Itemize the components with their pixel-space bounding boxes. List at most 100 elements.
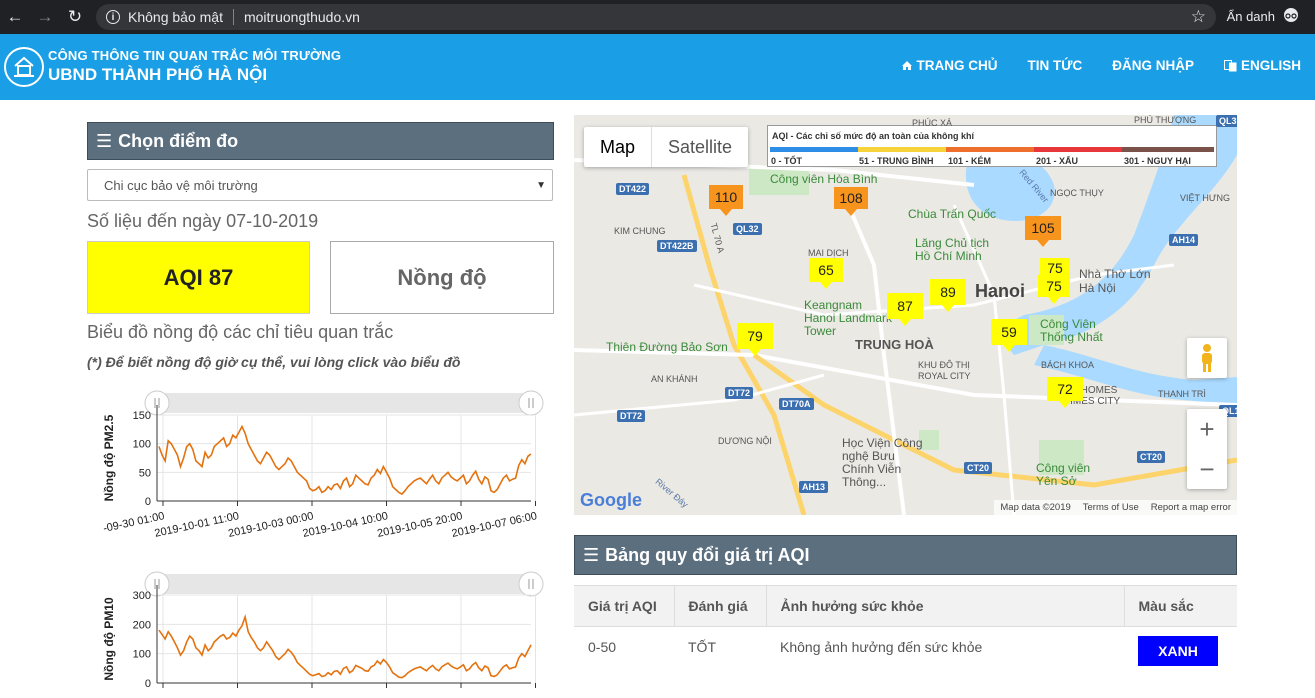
y-tick-label: 0: [145, 496, 151, 508]
brand-line2: UBND THÀNH PHỐ HÀ NỘI: [48, 65, 268, 84]
chart-note: (*) Để biết nồng độ giờ cụ thể, vui lòng…: [87, 354, 461, 370]
station-marker[interactable]: 89: [930, 279, 966, 312]
station-marker[interactable]: 59: [991, 319, 1027, 352]
road-badge: CT20: [1137, 451, 1166, 463]
menu-item-home[interactable]: TRANG CHỦ: [901, 58, 998, 73]
station-marker[interactable]: 75: [1038, 275, 1070, 304]
chevron-down-icon: ▼: [536, 179, 546, 191]
info-icon[interactable]: i: [106, 10, 120, 24]
table-header-row: Giá trị AQI Đánh giá Ảnh hưởng sức khỏe …: [574, 585, 1237, 627]
road-badge: DT422: [616, 183, 650, 195]
reload-icon[interactable]: ↻: [60, 2, 90, 32]
concentration-tab[interactable]: Nồng độ: [330, 241, 554, 314]
map-place-label: Chùa Trấn Quốc: [908, 207, 997, 221]
map-place-label: BÁCH KHOA: [1041, 360, 1095, 370]
aqi-value: AQI 87: [163, 264, 234, 290]
incognito-label: Ẩn danh: [1226, 9, 1275, 24]
road-badge: DT70A: [779, 398, 814, 410]
bookmark-star-icon[interactable]: ☆: [1191, 7, 1206, 27]
address-bar[interactable]: i Không bảo mật moitruongthudo.vn ☆: [96, 4, 1216, 30]
y-tick-label: 0: [145, 678, 151, 690]
map-place-label: PHỦ THƯỢNG: [1134, 115, 1197, 125]
security-label: Không bảo mật: [128, 9, 223, 25]
pm25-chart[interactable]: 0 50 100 150 Nồng độ PM2.5 -09-30 01:00 2019-1…: [87, 390, 557, 550]
map-data-text: Map data ©2019: [1000, 502, 1071, 513]
station-marker[interactable]: 79: [737, 323, 773, 356]
x-tick-label: 2019-10-04 10:00: [302, 510, 389, 540]
station-select[interactable]: Chi cục bảo vệ môi trường ▼: [87, 169, 553, 201]
station-map[interactable]: Map Satellite AQI - Các chỉ số mức độ an…: [574, 115, 1237, 515]
menu-label: TRANG CHỦ: [916, 58, 998, 73]
menu-label: TIN TỨC: [1027, 58, 1083, 73]
y-tick-label: 300: [133, 590, 151, 602]
x-tick-label: 2019-10-05 20:00: [376, 510, 463, 540]
map-place-label: Nhà Thờ Lớn Hà Nội: [1079, 267, 1151, 295]
menu-item-english[interactable]: ENGLISH: [1223, 58, 1301, 73]
zoom-out-icon[interactable]: −: [1187, 449, 1227, 489]
terms-link[interactable]: Terms of Use: [1083, 502, 1139, 513]
site-brand[interactable]: CÔNG THÔNG TIN QUAN TRẮC MÔI TRƯỜNG UBND…: [48, 48, 341, 85]
map-place-label: DƯƠNG NỘI: [718, 436, 772, 446]
navigator-handle[interactable]: [518, 390, 544, 416]
road-badge: AH14: [1169, 234, 1199, 246]
station-panel-title: ☰ Chọn điểm đo: [87, 122, 554, 160]
incognito-indicator[interactable]: Ẩn danh: [1227, 8, 1301, 25]
legend-bar-moderate: [858, 147, 946, 152]
station-marker[interactable]: 72: [1047, 377, 1083, 408]
site-logo-icon[interactable]: [4, 47, 44, 87]
street-view-pegman-icon[interactable]: [1187, 338, 1227, 378]
station-aqi-value: 105: [1031, 220, 1055, 236]
aqi-table: Giá trị AQI Đánh giá Ảnh hưởng sức khỏe …: [574, 585, 1237, 678]
menu-item-login[interactable]: ĐĂNG NHẬP: [1112, 58, 1194, 73]
legend-label: 51 - TRUNG BÌNH: [859, 156, 934, 166]
divider: [232, 9, 234, 25]
report-error-link[interactable]: Report a map error: [1151, 502, 1231, 513]
concentration-label: Nồng độ: [397, 264, 487, 290]
station-aqi-value: 75: [1047, 260, 1063, 276]
station-aqi-value: 108: [839, 190, 863, 206]
road-badge: CT20: [964, 462, 993, 474]
station-marker[interactable]: 87: [887, 293, 923, 326]
zoom-control: + −: [1187, 409, 1227, 489]
legend-label: 101 - KÉM: [948, 156, 992, 166]
legend-bar-bad: [1034, 147, 1122, 152]
url-text[interactable]: moitruongthudo.vn: [244, 9, 360, 25]
y-tick-label: 50: [139, 467, 151, 479]
map-place-label: MAI DỊCH: [808, 248, 849, 258]
main-menu: TRANG CHỦ TIN TỨC ĐĂNG NHẬP ENGLISH: [901, 58, 1301, 73]
aqi-color-cell: XANH: [1124, 626, 1237, 678]
road-badge: QL32: [733, 223, 762, 235]
y-tick-label: 100: [133, 439, 151, 451]
back-icon[interactable]: ←: [0, 2, 30, 32]
satellite-tab[interactable]: Satellite: [652, 127, 748, 167]
menu-item-news[interactable]: TIN TỨC: [1028, 58, 1083, 73]
station-marker[interactable]: 110: [709, 185, 743, 216]
legend-label: 0 - TỐT: [771, 156, 802, 166]
station-marker[interactable]: 65: [809, 258, 843, 289]
color-chip: XANH: [1138, 636, 1218, 666]
road-badge: DT72: [617, 410, 646, 422]
legend-title: AQI - Các chỉ số mức độ an toàn của khôn…: [772, 131, 975, 141]
menu-bars-icon: ☰: [583, 544, 600, 565]
navigator-handle[interactable]: [518, 571, 544, 597]
series-line: [158, 614, 532, 679]
table-header: Giá trị AQI: [574, 585, 675, 627]
pm10-chart[interactable]: 0 100 200 300 Nồng độ PM10: [87, 570, 557, 693]
brand-line1: CÔNG THÔNG TIN QUAN TRẮC MÔI TRƯỜNG: [48, 48, 342, 63]
station-marker[interactable]: 105: [1025, 216, 1061, 247]
forward-icon[interactable]: →: [30, 2, 60, 32]
map-tab[interactable]: Map: [584, 127, 653, 167]
station-marker[interactable]: 108: [834, 187, 868, 216]
menu-label: ENGLISH: [1240, 58, 1301, 73]
map-place-label: TRUNG HOÀ: [855, 337, 934, 352]
map-place-label: THANH TRÌ: [1158, 389, 1206, 399]
aqi-table-title: ☰ Bảng quy đổi giá trị AQI: [574, 535, 1237, 575]
zoom-in-icon[interactable]: +: [1187, 409, 1227, 449]
station-select-value: Chi cục bảo vệ môi trường: [104, 177, 258, 193]
legend-label: 301 - NGUY HẠI: [1124, 156, 1191, 166]
map-place-label: Công Viên Thống Nhất: [1040, 317, 1103, 344]
aqi-tab[interactable]: AQI 87: [87, 241, 310, 314]
table-header: Màu sắc: [1124, 585, 1237, 627]
map-place-label: Hanoi: [975, 281, 1026, 301]
map-type-control: Map Satellite: [584, 127, 749, 167]
